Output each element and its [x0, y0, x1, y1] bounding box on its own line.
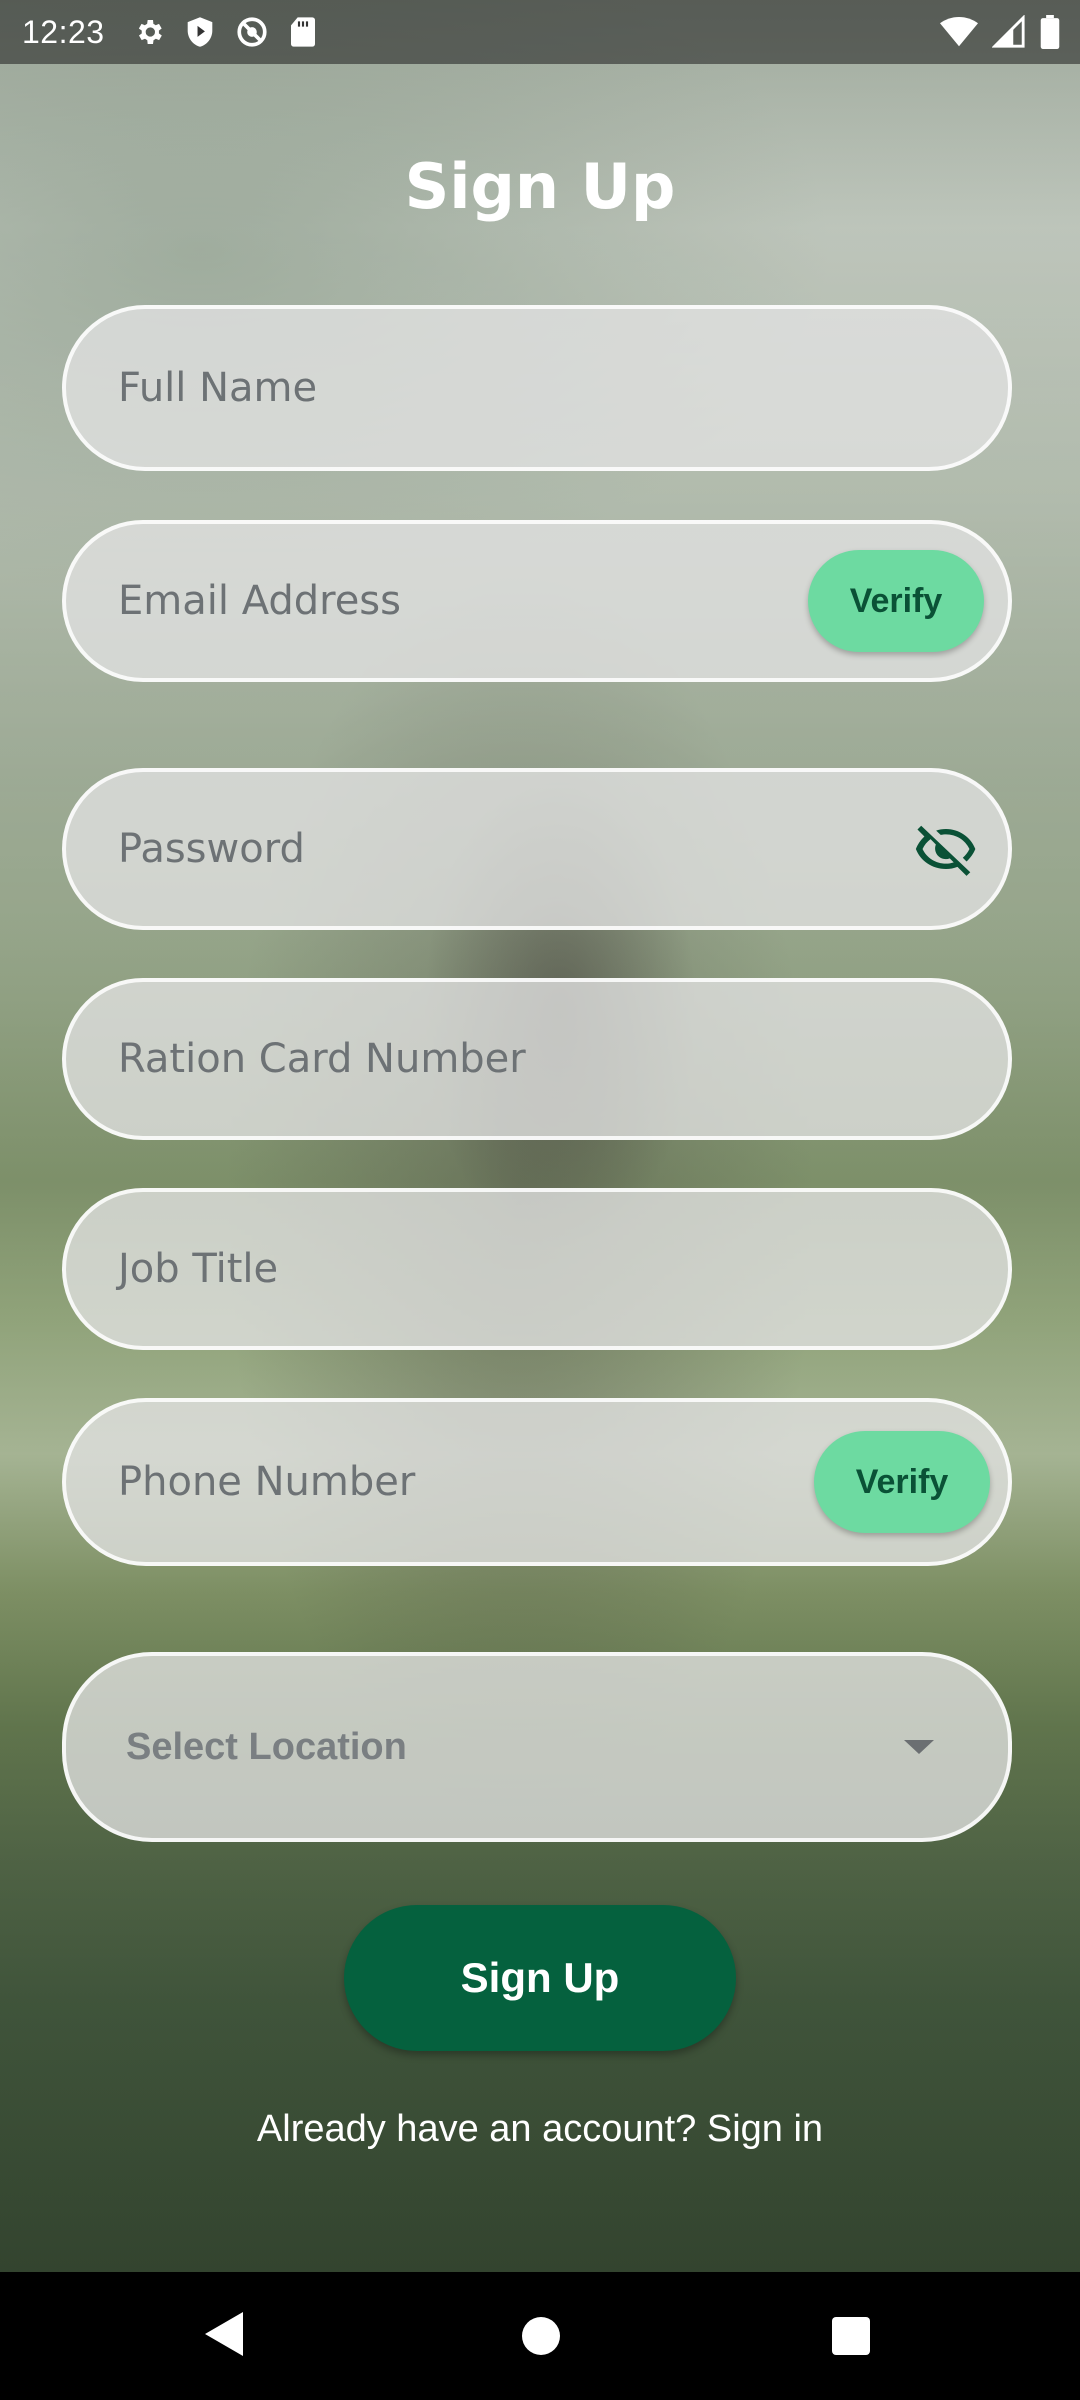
job-title-field[interactable]: Job Title: [62, 1188, 1012, 1350]
recents-icon[interactable]: [832, 2317, 870, 2355]
phone-field[interactable]: Phone Number Verify: [62, 1398, 1012, 1566]
signal-icon: [992, 15, 1026, 49]
page-title: Sign Up: [404, 150, 676, 223]
signup-button[interactable]: Sign Up: [344, 1905, 736, 2051]
email-field[interactable]: Email Address Verify: [62, 520, 1012, 682]
chevron-down-icon: [904, 1740, 934, 1754]
email-verify-button[interactable]: Verify: [808, 550, 984, 652]
full-name-field[interactable]: Full Name: [62, 305, 1012, 471]
no-sync-icon: [235, 15, 269, 49]
ration-card-placeholder: Ration Card Number: [118, 1036, 526, 1082]
ration-card-field[interactable]: Ration Card Number: [62, 978, 1012, 1140]
phone-verify-button[interactable]: Verify: [814, 1431, 990, 1533]
battery-icon: [1040, 15, 1060, 49]
status-icons-left: [133, 15, 317, 49]
job-title-placeholder: Job Title: [118, 1246, 279, 1292]
location-placeholder: Select Location: [126, 1725, 407, 1768]
navigation-bar: [0, 2272, 1080, 2400]
location-select[interactable]: Select Location: [62, 1652, 1012, 1842]
back-icon[interactable]: [205, 2312, 243, 2356]
signin-link[interactable]: Already have an account? Sign in: [0, 2108, 1080, 2151]
phone-placeholder: Phone Number: [118, 1459, 416, 1505]
status-time: 12:23: [22, 13, 105, 50]
eye-off-icon[interactable]: [914, 817, 978, 881]
sd-card-icon: [289, 16, 317, 48]
gear-icon: [133, 16, 165, 48]
password-placeholder: Password: [118, 826, 305, 872]
status-bar: 12:23: [0, 0, 1080, 64]
full-name-placeholder: Full Name: [118, 365, 318, 411]
wifi-icon: [940, 16, 978, 48]
email-placeholder: Email Address: [118, 578, 401, 624]
password-field[interactable]: Password: [62, 768, 1012, 930]
status-icons-right: [940, 15, 1060, 49]
shield-play-icon: [185, 16, 215, 48]
signup-screen: 12:23 Sign Up Full Name Email Address Ve…: [0, 0, 1080, 2400]
home-icon[interactable]: [522, 2317, 560, 2355]
